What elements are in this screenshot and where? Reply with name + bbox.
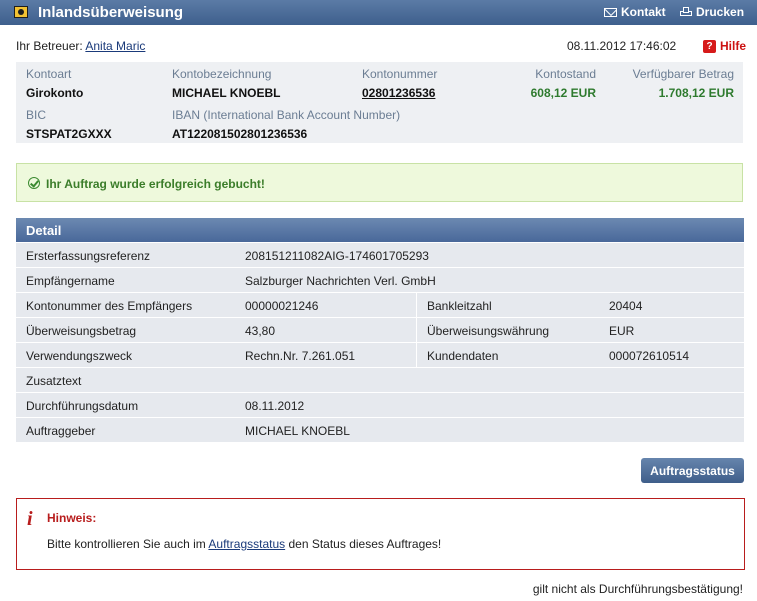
table-row: Überweisungsbetrag 43,80 Überweisungswäh… [16,318,744,343]
advisor-link[interactable]: Anita Maric [85,39,145,53]
account-summary: Kontoart Girokonto Kontobezeichnung MICH… [16,62,743,143]
page-title: Inlandsüberweisung [38,4,184,21]
advisor-info: Ihr Betreuer: Anita Maric [16,39,145,53]
zusatztext-label: Zusatztext [26,374,82,388]
kontostand-label: Kontostand [535,67,596,81]
iban-label: IBAN (International Bank Account Number) [172,108,401,122]
drucken-label: Drucken [696,5,745,19]
kontonummer-link[interactable]: 02801236536 [362,86,435,100]
help-label: Hilfe [720,39,747,53]
verfuegbar-label: Verfügbarer Betrag [632,67,734,81]
help-button[interactable]: ? Hilfe [703,39,746,53]
envelope-icon [604,7,617,17]
kontonummer-empf-label: Kontonummer des Empfängers [26,299,193,313]
title-bar: Inlandsüberweisung Kontakt Drucken [0,0,757,25]
kontobezeichnung-value: MICHAEL KNOEBL [172,86,281,100]
auftragsstatus-link[interactable]: Auftragsstatus [208,537,285,551]
bic-label: BIC [26,108,47,122]
notice-text-before: Bitte kontrollieren Sie auch im [47,537,206,551]
table-row: Ersterfassungsreferenz 208151211082AIG-1… [16,243,744,268]
table-row: Zusatztext [16,368,744,393]
ersterfassung-value: 208151211082AIG-174601705293 [245,249,429,263]
kontonummer-empf-value: 00000021246 [245,299,319,313]
kontakt-button[interactable]: Kontakt [604,5,666,19]
table-row: Verwendungszweck Rechn.Nr. 7.261.051 Kun… [16,343,744,368]
bank-logo-icon [14,6,28,18]
kontobezeichnung-label: Kontobezeichnung [172,67,272,81]
success-message-box: Ihr Auftrag wurde erfolgreich gebucht! [16,163,743,202]
empfaengername-value: Salzburger Nachrichten Verl. GmbH [245,274,436,288]
success-message: Ihr Auftrag wurde erfolgreich gebucht! [46,177,265,191]
table-row: Empfängername Salzburger Nachrichten Ver… [16,268,744,293]
timestamp: 08.11.2012 17:46:02 [567,39,677,53]
bankleitzahl-label: Bankleitzahl [427,299,492,313]
verfuegbar-value: 1.708,12 EUR [658,86,734,100]
waehrung-value: EUR [609,324,635,338]
table-row: Durchführungsdatum 08.11.2012 [16,393,744,418]
kontoart-label: Kontoart [26,67,72,81]
kontoart-value: Girokonto [26,86,84,100]
notice-title: Hinweis: [47,511,97,525]
durchfuehrung-value: 08.11.2012 [245,399,305,413]
durchfuehrung-label: Durchführungsdatum [26,399,139,413]
info-icon: i [27,508,33,530]
betrag-label: Überweisungsbetrag [26,324,137,338]
detail-table: Ersterfassungsreferenz 208151211082AIG-1… [16,243,744,443]
footer-note: gilt nicht als Durchführungsbestätigung! [532,582,743,596]
notice-text-after: den Status dieses Auftrages! [288,537,442,551]
drucken-button[interactable]: Drucken [680,5,744,19]
kontakt-label: Kontakt [621,5,666,19]
betrag-value: 43,80 [245,324,276,338]
bankleitzahl-value: 20404 [609,299,643,313]
waehrung-label: Überweisungswährung [427,324,550,338]
empfaengername-label: Empfängername [26,274,115,288]
table-row: Kontonummer des Empfängers 00000021246 B… [16,293,744,318]
notice-text: Bitte kontrollieren Sie auch im Auftrags… [47,537,441,551]
table-row: Auftraggeber MICHAEL KNOEBL [16,418,744,443]
kontostand-value: 608,12 EUR [530,86,596,100]
detail-header: Detail [16,218,744,242]
checkmark-icon [28,177,40,189]
iban-value: AT122081502801236536 [172,127,308,141]
auftragsstatus-button[interactable]: Auftragsstatus [641,458,744,483]
auftraggeber-label: Auftraggeber [26,424,96,438]
advisor-label: Ihr Betreuer: [16,39,83,53]
verwendungszweck-label: Verwendungszweck [26,349,133,363]
kontonummer-label: Kontonummer [362,67,438,81]
printer-icon [680,7,692,17]
verwendungszweck-value: Rechn.Nr. 7.261.051 [245,349,356,363]
bic-value: STSPAT2GXXX [26,127,112,141]
help-icon: ? [703,39,716,53]
kundendaten-label: Kundendaten [427,349,499,363]
notice-box: i Hinweis: Bitte kontrollieren Sie auch … [16,498,745,570]
ersterfassung-label: Ersterfassungsreferenz [26,249,151,263]
kundendaten-value: 000072610514 [609,349,690,363]
auftraggeber-value: MICHAEL KNOEBL [245,424,350,438]
